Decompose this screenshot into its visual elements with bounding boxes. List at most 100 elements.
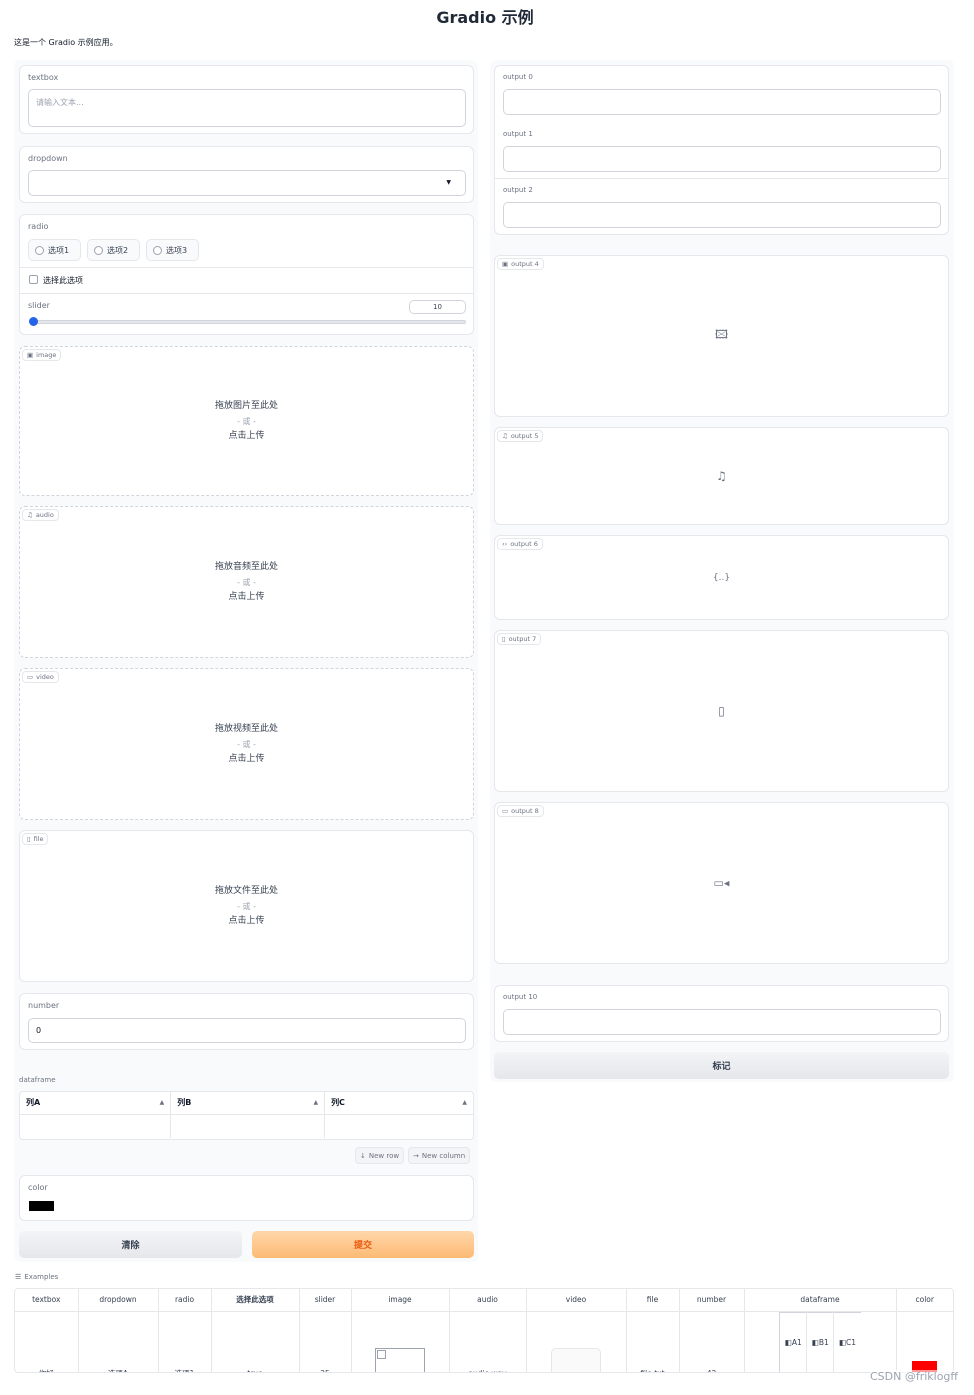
output-7-label: output 7 [508,635,537,643]
example-cell-image[interactable] [351,1311,450,1372]
radio-circle-icon [35,245,44,255]
example-cell-slider[interactable]: 25 [299,1311,352,1372]
output-4-chip: ▣ output 4 [497,258,544,270]
drop-text: 拖放视频至此处 [214,724,278,734]
slider-thumb[interactable] [29,317,38,326]
examples-header-cell: video [526,1289,627,1312]
output-2-textbox[interactable] [503,202,941,228]
drop-text: 拖放图片至此处 [214,401,278,411]
radio-label: radio [28,222,49,231]
examples-header-cell: dropdown [78,1289,159,1312]
click-upload-text: 点击上传 [228,431,265,441]
output-6-label: output 6 [510,540,538,548]
output-4-image: ▣ output 4 🖾 [494,255,949,417]
examples-header-cell: radio [158,1289,212,1312]
example-cell-color[interactable] [896,1311,953,1372]
radio-option-1[interactable]: 选项1 [28,239,81,261]
arrow-right-icon: → [413,1151,419,1160]
dataframe-cell[interactable] [324,1113,473,1138]
broken-image-icon [375,1348,425,1372]
number-block: number 0 [19,993,474,1050]
audio-drop-area: 拖放音频至此处 - 或 - 点击上传 [20,560,473,605]
flag-button[interactable]: 标记 [494,1052,949,1079]
example-cell-file[interactable]: file.txt [626,1311,680,1372]
video-upload[interactable]: ▭ video 拖放视频至此处 - 或 - 点击上传 [19,668,474,820]
mini-cell: ◧B1 [806,1311,835,1372]
dataframe-table[interactable]: 列A ▲ 列B ▲ 列C ▲ [19,1091,474,1140]
dataframe-label: dataframe [19,1076,56,1084]
slider-label: slider [28,301,50,310]
radio-option-label: 选项1 [48,245,70,255]
radio-checkbox-slider-group: radio 选项1 选项2 选项3 选择此选项 slider 10 [19,214,474,335]
output-2-label: output 2 [503,186,533,194]
music-placeholder-icon: ♫ [716,469,727,483]
divider [20,267,473,268]
example-cell-radio[interactable]: 选项1 [158,1311,212,1372]
number-input[interactable]: 0 [28,1018,466,1043]
image-upload[interactable]: ▣ image 拖放图片至此处 - 或 - 点击上传 [19,346,474,496]
example-cell-dropdown[interactable]: 选项A [78,1311,159,1372]
file-upload[interactable]: ▯ file 拖放文件至此处 - 或 - 点击上传 [19,830,474,982]
checkbox-label: 选择此选项 [43,276,83,285]
new-column-label: New column [421,1151,466,1160]
dataframe-header[interactable]: 列A ▲ [20,1092,172,1114]
watermark: CSDN @friklogff [869,1370,958,1383]
output-1-label: output 1 [503,130,533,138]
color-block: color [19,1175,474,1221]
example-cell-video[interactable] [526,1311,627,1372]
dataframe-cell[interactable] [20,1113,172,1138]
output-8-chip: ▭ output 8 [497,805,544,817]
dropdown-select[interactable]: ▼ [28,170,466,196]
output-0-textbox[interactable] [503,89,941,115]
example-row[interactable]: 你好 选项A 选项1 true 25 audio.wav file.txt 42… [15,1311,953,1372]
clear-button[interactable]: 清除 [19,1231,242,1258]
divider [20,293,473,294]
mini-cell: ◧C1 [833,1311,861,1372]
number-label: number [28,1001,60,1010]
new-row-button[interactable]: ↓ New row [355,1147,405,1164]
radio-option-2[interactable]: 选项2 [87,239,140,261]
radio-circle-icon [94,245,103,255]
file-label-chip: ▯ file [22,833,49,845]
new-column-button[interactable]: → New column [408,1147,471,1164]
textbox-input[interactable]: 请输入文本... [28,89,466,127]
example-cell-dataframe[interactable]: ◧A1 ◧B1 ◧C1 ◧A2 ◧B2 ◧C2 [744,1311,897,1372]
output-1-textbox[interactable] [503,146,941,172]
click-upload-text: 点击上传 [228,592,265,602]
image-icon: ▣ [502,260,509,268]
example-cell-checkbox[interactable]: true [211,1311,300,1372]
slider-value-input[interactable]: 10 [409,300,466,314]
example-cell-audio[interactable]: audio.wav [449,1311,527,1372]
color-picker[interactable] [29,1201,54,1211]
sort-icon[interactable]: ▲ [160,1099,165,1106]
examples-header-cell: file [626,1289,680,1312]
audio-label-chip: ♫ audio [22,509,59,521]
json-placeholder-icon: {..} [712,572,731,583]
output-5-label: output 5 [510,432,539,440]
image-label-chip: ▣ image [22,349,62,361]
checkbox-input[interactable] [29,275,38,284]
dataframe-cell[interactable] [170,1113,326,1138]
file-drop-area: 拖放文件至此处 - 或 - 点击上传 [20,884,473,929]
example-cell-textbox[interactable]: 你好 [15,1311,79,1372]
output-4-label: output 4 [511,260,539,268]
slider-track[interactable] [30,320,466,324]
output-10-block: output 10 [494,985,949,1042]
click-upload-text: 点击上传 [228,916,265,926]
dataframe-header[interactable]: 列C ▲ [325,1092,473,1114]
video-label-chip: ▭ video [22,671,59,683]
sort-icon[interactable]: ▲ [313,1099,318,1106]
video-icon: ▭ [27,673,34,681]
sort-icon[interactable]: ▲ [462,1099,467,1106]
drop-text: 拖放文件至此处 [214,886,278,896]
drop-text: 拖放音频至此处 [214,562,278,572]
output-10-textbox[interactable] [503,1009,941,1035]
video-placeholder-icon: ▭◂ [713,876,730,890]
example-cell-number[interactable]: 42 [679,1311,745,1372]
audio-upload[interactable]: ♫ audio 拖放音频至此处 - 或 - 点击上传 [19,506,474,658]
examples-header-cell: dataframe [744,1289,897,1312]
submit-button[interactable]: 提交 [252,1231,474,1258]
file-placeholder-icon: ▯ [718,704,725,718]
dataframe-header[interactable]: 列B ▲ [170,1092,326,1114]
radio-option-3[interactable]: 选项3 [146,239,199,261]
